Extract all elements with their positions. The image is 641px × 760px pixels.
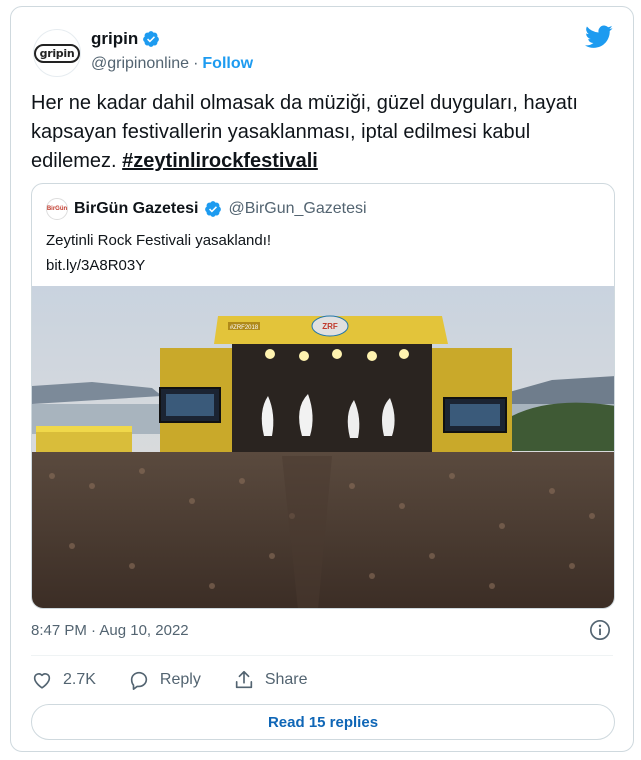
like-button[interactable]: 2.7K — [31, 669, 96, 691]
verified-badge-icon — [205, 201, 222, 217]
heart-icon — [33, 673, 51, 689]
reply-button[interactable]: Reply — [128, 669, 201, 691]
quoted-body: Zeytinli Rock Festivali yasaklandı! — [46, 232, 272, 249]
quoted-handle: @BirGun_Gazetesi — [228, 200, 367, 217]
like-count: 2.7K — [63, 671, 96, 688]
share-icon — [235, 670, 252, 689]
tweet-date: Aug 10, 2022 — [99, 622, 189, 639]
gripin-logo: gripin — [33, 43, 81, 63]
quoted-text: Zeytinli Rock Festivali yasaklandı! bit.… — [46, 228, 271, 278]
tweet-actions: 2.7K Reply Share — [31, 669, 340, 691]
quoted-link[interactable]: bit.ly/3A8R03Y — [46, 253, 271, 278]
share-button[interactable]: Share — [233, 669, 308, 691]
quoted-header: BirGün BirGün Gazetesi @BirGun_Gazetesi — [46, 198, 367, 220]
tweet-card: gripin gripin @gripinonline · Follow Her… — [10, 6, 634, 752]
hashtag-link[interactable]: #zeytinlirockfestivali — [122, 150, 318, 172]
author-handle[interactable]: @gripinonline — [91, 55, 189, 73]
stage-logo-text: ZRF — [322, 322, 338, 331]
author-avatar[interactable]: gripin — [33, 29, 81, 77]
share-label: Share — [264, 671, 308, 688]
reply-icon — [130, 671, 148, 690]
follow-button[interactable]: Follow — [202, 55, 253, 73]
tweet-timestamp[interactable]: 8:47 PM · Aug 10, 2022 — [31, 622, 189, 639]
stage-banner-text: #ZRF2018 — [230, 325, 259, 331]
read-replies-button[interactable]: Read 15 replies — [31, 704, 615, 740]
quoted-avatar: BirGün — [46, 198, 68, 220]
info-icon[interactable] — [589, 619, 611, 641]
tweet-text: Her ne kadar dahil olmasak da müziği, gü… — [31, 89, 621, 176]
quoted-tweet[interactable]: BirGün BirGün Gazetesi @BirGun_Gazetesi … — [31, 183, 615, 609]
tweet-time: 8:47 PM — [31, 622, 87, 639]
festival-photo[interactable]: #ZRF2018 ZRF — [32, 286, 615, 609]
divider — [31, 655, 613, 656]
author-name[interactable]: gripin — [91, 29, 138, 49]
author-handle-row: @gripinonline · Follow — [91, 55, 253, 73]
twitter-bird-icon[interactable] — [585, 25, 613, 49]
verified-badge-icon — [143, 31, 160, 47]
separator-dot: · — [91, 622, 97, 639]
author-name-row: gripin — [91, 29, 160, 49]
separator-dot: · — [193, 55, 199, 72]
reply-label: Reply — [159, 671, 201, 688]
quoted-name: BirGün Gazetesi — [74, 200, 199, 217]
